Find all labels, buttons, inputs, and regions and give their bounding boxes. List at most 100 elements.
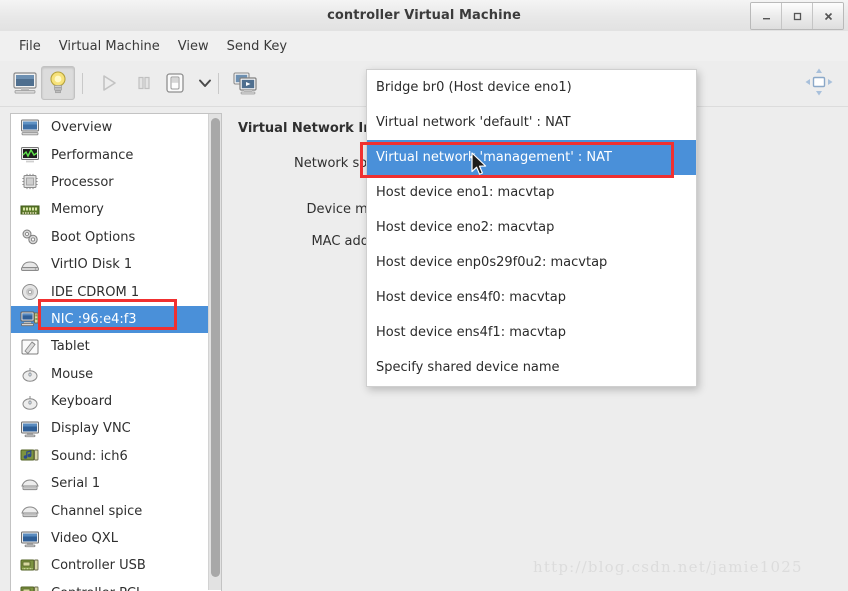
- sidebar-item-label: Display VNC: [51, 421, 131, 437]
- sidebar-item-display-vnc[interactable]: Display VNC: [11, 415, 209, 442]
- close-button[interactable]: [813, 3, 843, 29]
- sidebar-item-label: Tablet: [51, 339, 90, 355]
- hardware-list[interactable]: Overview Performance Processor Memory Bo…: [10, 113, 222, 591]
- sidebar-item-label: Overview: [51, 120, 113, 136]
- menu-bar: File Virtual Machine View Send Key: [0, 31, 848, 61]
- menu-item-view[interactable]: View: [169, 36, 218, 57]
- sound-card-icon: [19, 446, 41, 466]
- toolbar-separator-1: [82, 73, 83, 94]
- minimize-icon: [762, 17, 770, 19]
- sidebar-item-keyboard[interactable]: Keyboard: [11, 388, 209, 415]
- sidebar-item-label: VirtIO Disk 1: [51, 257, 133, 273]
- shutdown-button[interactable]: [158, 66, 192, 100]
- sidebar-scrollbar-thumb[interactable]: [211, 118, 220, 577]
- sidebar-item-controller-pci[interactable]: Controller PCI: [11, 580, 209, 591]
- dropdown-option-virtnet-management[interactable]: Virtual network 'management' : NAT: [367, 140, 696, 175]
- sidebar-scrollbar[interactable]: [208, 114, 221, 590]
- sidebar-item-mouse[interactable]: Mouse: [11, 361, 209, 388]
- sidebar-item-label: Keyboard: [51, 394, 113, 410]
- run-play-icon: [103, 75, 116, 91]
- sidebar-item-label: Memory: [51, 202, 104, 218]
- snapshots-icon: [233, 72, 257, 95]
- maximize-icon: [793, 12, 801, 20]
- video-monitor-icon: [19, 529, 41, 549]
- sidebar-item-processor[interactable]: Processor: [11, 169, 209, 196]
- resize-to-vm-button[interactable]: [800, 63, 838, 101]
- console-monitor-icon: [13, 72, 37, 94]
- sidebar-item-serial-1[interactable]: Serial 1: [11, 470, 209, 497]
- channel-port-icon: [19, 501, 41, 521]
- run-button[interactable]: [92, 66, 126, 100]
- cdrom-disc-icon: [19, 282, 41, 302]
- sidebar-item-label: Performance: [51, 147, 134, 163]
- dropdown-option-virtnet-default[interactable]: Virtual network 'default' : NAT: [367, 105, 696, 140]
- tablet-pen-icon: [19, 337, 41, 357]
- virt-manager-window: controller Virtual Machine File Virtual …: [0, 0, 848, 591]
- usb-controller-icon: [19, 556, 41, 576]
- watermark-text: http://blog.csdn.net/jamie1025: [533, 558, 803, 576]
- pause-button[interactable]: [127, 66, 161, 100]
- show-hardware-details-button[interactable]: [41, 66, 75, 100]
- dropdown-option-bridge-br0[interactable]: Bridge br0 (Host device eno1): [367, 70, 696, 105]
- hard-disk-icon: [19, 255, 41, 275]
- serial-port-icon: [19, 474, 41, 494]
- shutdown-options-button[interactable]: [188, 66, 222, 100]
- sidebar-item-performance[interactable]: Performance: [11, 141, 209, 168]
- sidebar-item-video-qxl[interactable]: Video QXL: [11, 525, 209, 552]
- sidebar-item-controller-usb[interactable]: Controller USB: [11, 552, 209, 579]
- sidebar-item-label: Controller PCI: [51, 586, 140, 591]
- mouse-icon: [19, 364, 41, 384]
- menu-item-file[interactable]: File: [10, 36, 50, 57]
- close-icon: [824, 12, 832, 20]
- sidebar-item-channel-spice[interactable]: Channel spice: [11, 497, 209, 524]
- performance-graph-icon: [19, 145, 41, 165]
- sidebar-item-sound[interactable]: Sound: ich6: [11, 443, 209, 470]
- chevron-down-icon: [199, 79, 211, 87]
- sidebar-item-label: IDE CDROM 1: [51, 284, 140, 300]
- dropdown-option-eno1-macvtap[interactable]: Host device eno1: macvtap: [367, 175, 696, 210]
- sidebar-item-label: Serial 1: [51, 476, 101, 492]
- pause-icon: [138, 76, 150, 90]
- show-console-button[interactable]: [8, 66, 42, 100]
- dropdown-option-ens4f0-macvtap[interactable]: Host device ens4f0: macvtap: [367, 280, 696, 315]
- sidebar-item-label: Sound: ich6: [51, 448, 128, 464]
- memory-stick-icon: [19, 200, 41, 220]
- minimize-button[interactable]: [751, 3, 782, 29]
- network-source-dropdown-menu[interactable]: Bridge br0 (Host device eno1) Virtual ne…: [366, 69, 697, 387]
- window-controls: [750, 2, 844, 30]
- hardware-list-items: Overview Performance Processor Memory Bo…: [11, 114, 209, 591]
- boot-gears-icon: [19, 227, 41, 247]
- sidebar-item-overview[interactable]: Overview: [11, 114, 209, 141]
- menu-item-send-key[interactable]: Send Key: [218, 36, 296, 57]
- sidebar-item-memory[interactable]: Memory: [11, 196, 209, 223]
- sidebar-item-label: Channel spice: [51, 503, 143, 519]
- sidebar-item-label: Processor: [51, 174, 114, 190]
- title-bar: controller Virtual Machine: [0, 0, 848, 32]
- window-title: controller Virtual Machine: [327, 8, 521, 23]
- sidebar-item-label: Mouse: [51, 366, 94, 382]
- menu-item-virtual-machine[interactable]: Virtual Machine: [50, 36, 169, 57]
- pci-controller-icon: [19, 583, 41, 591]
- dropdown-option-enp0s29f0u2-macvtap[interactable]: Host device enp0s29f0u2: macvtap: [367, 245, 696, 280]
- sidebar-item-ide-cdrom-1[interactable]: IDE CDROM 1: [11, 278, 209, 305]
- dropdown-option-ens4f1-macvtap[interactable]: Host device ens4f1: macvtap: [367, 315, 696, 350]
- cpu-chip-icon: [19, 172, 41, 192]
- lightbulb-details-icon: [50, 71, 66, 94]
- sidebar-item-tablet[interactable]: Tablet: [11, 333, 209, 360]
- dropdown-option-eno2-macvtap[interactable]: Host device eno2: macvtap: [367, 210, 696, 245]
- sidebar-item-label: Boot Options: [51, 229, 136, 245]
- snapshots-button[interactable]: [228, 66, 262, 100]
- dropdown-option-specify-shared-device[interactable]: Specify shared device name: [367, 350, 696, 385]
- sidebar-item-nic[interactable]: NIC :96:e4:f3: [11, 305, 209, 334]
- computer-overview-icon: [19, 118, 41, 138]
- toolbar-separator-2: [218, 73, 219, 94]
- sidebar-item-virtio-disk-1[interactable]: VirtIO Disk 1: [11, 251, 209, 278]
- shutdown-icon: [166, 73, 184, 93]
- display-monitor-icon: [19, 419, 41, 439]
- maximize-button[interactable]: [782, 3, 813, 29]
- fullscreen-resize-icon: [805, 68, 833, 96]
- sidebar-item-boot-options[interactable]: Boot Options: [11, 224, 209, 251]
- sidebar-item-label: NIC :96:e4:f3: [51, 311, 137, 327]
- sidebar-item-label: Video QXL: [51, 531, 118, 547]
- keyboard-mouse-icon: [19, 392, 41, 412]
